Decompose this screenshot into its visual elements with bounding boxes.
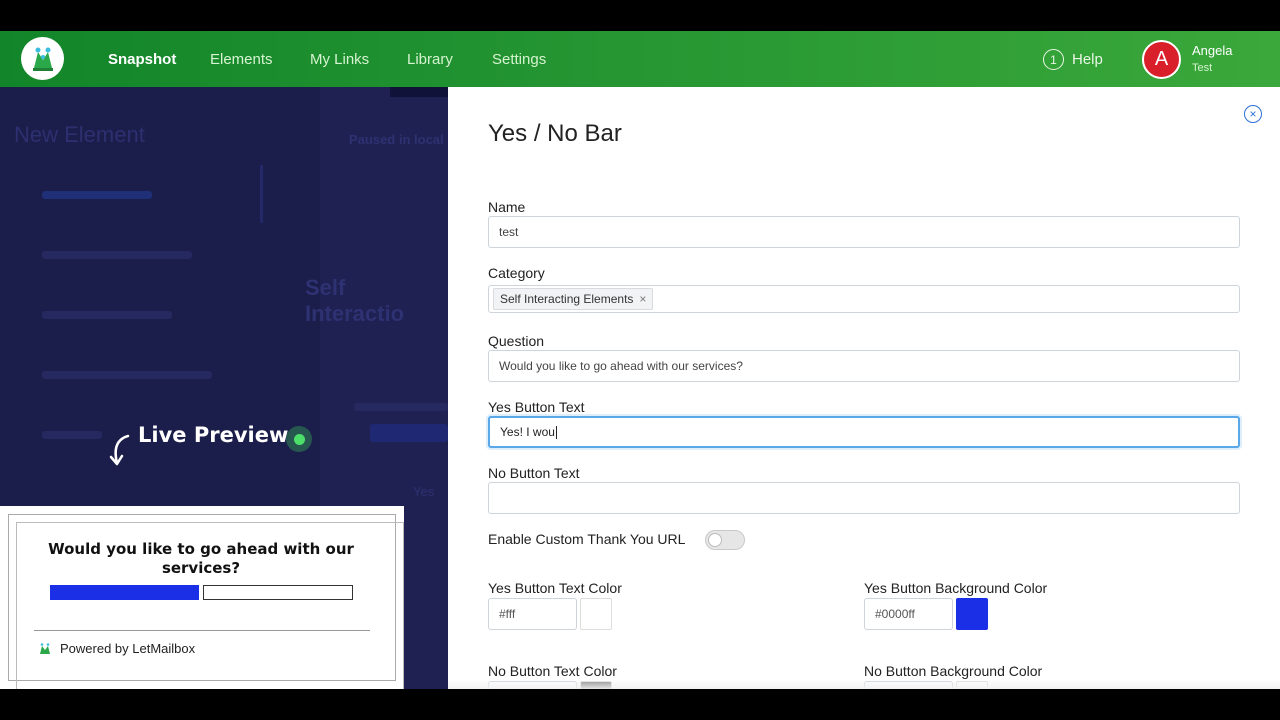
no-text-input[interactable] xyxy=(488,482,1240,514)
background-title: New Element xyxy=(14,122,145,147)
yes-bg-color-label: Yes Button Background Color xyxy=(864,580,1048,596)
question-label: Question xyxy=(488,333,545,349)
dimmed-background: New Element Paused in local Self Interac… xyxy=(0,87,448,689)
close-icon[interactable]: × xyxy=(1244,105,1262,123)
background-yes-text: Yes xyxy=(413,484,435,499)
live-preview-text: Live Preview xyxy=(138,423,289,447)
yes-bg-color-value: #0000ff xyxy=(875,607,915,621)
nav-elements[interactable]: Elements xyxy=(210,51,273,68)
background-line xyxy=(42,311,172,319)
nav-my-links[interactable]: My Links xyxy=(310,51,369,68)
info-icon: 1 xyxy=(1043,49,1064,70)
category-tag-label: Self Interacting Elements xyxy=(500,292,634,306)
live-preview-card: Would you like to go ahead with our serv… xyxy=(0,506,404,689)
bottom-fade xyxy=(448,679,1280,689)
background-bar xyxy=(390,87,448,97)
yes-text-color-input[interactable]: #fff xyxy=(488,598,577,630)
help-link[interactable]: 1 Help xyxy=(1043,49,1103,70)
nav-snapshot[interactable]: Snapshot xyxy=(108,51,176,68)
avatar[interactable]: A xyxy=(1142,40,1181,79)
background-divider xyxy=(260,165,263,223)
no-text-label: No Button Text xyxy=(488,465,580,481)
category-select[interactable]: Self Interacting Elements × xyxy=(488,285,1240,313)
nav-settings[interactable]: Settings xyxy=(492,51,546,68)
preview-no-button[interactable] xyxy=(203,585,353,600)
background-button xyxy=(370,424,448,442)
background-line xyxy=(354,403,448,411)
yes-bg-color-swatch[interactable] xyxy=(956,598,988,630)
powered-by[interactable]: Powered by LetMailbox xyxy=(38,641,195,656)
name-input[interactable]: test xyxy=(488,216,1240,248)
name-value: test xyxy=(499,225,519,239)
yes-text-color-swatch[interactable] xyxy=(580,598,612,630)
user-subtitle: Test xyxy=(1192,62,1213,74)
letmailbox-logo-icon xyxy=(40,642,50,654)
thank-you-url-toggle[interactable] xyxy=(705,530,745,550)
help-label: Help xyxy=(1072,51,1103,68)
preview-divider xyxy=(34,630,370,631)
background-line xyxy=(42,371,212,379)
text-caret xyxy=(555,425,557,439)
background-line xyxy=(42,431,102,439)
curved-arrow-icon xyxy=(109,434,130,466)
background-section-title: Self Interactio xyxy=(305,275,405,326)
element-form-panel: × Yes / No Bar Name test Category Self I… xyxy=(448,87,1280,689)
no-bg-color-label: No Button Background Color xyxy=(864,663,1043,679)
yes-bg-color-input[interactable]: #0000ff xyxy=(864,598,953,630)
yes-text-color-value: #fff xyxy=(499,607,516,621)
thank-you-url-label: Enable Custom Thank You URL xyxy=(488,531,686,547)
preview-question: Would you like to go ahead with our serv… xyxy=(48,540,354,577)
app-screen: Snapshot Elements My Links Library Setti… xyxy=(0,31,1280,689)
no-text-color-label: No Button Text Color xyxy=(488,663,617,679)
yes-text-color-label: Yes Button Text Color xyxy=(488,580,622,596)
name-label: Name xyxy=(488,199,526,215)
preview-yes-button[interactable] xyxy=(50,585,199,600)
remove-tag-icon[interactable]: × xyxy=(639,292,646,306)
category-tag: Self Interacting Elements × xyxy=(493,288,654,310)
background-paused-text: Paused in local xyxy=(349,132,444,147)
question-input[interactable]: Would you like to go ahead with our serv… xyxy=(488,350,1240,382)
live-status-dot xyxy=(286,426,312,452)
app-logo[interactable] xyxy=(21,37,64,80)
user-name[interactable]: Angela xyxy=(1192,43,1232,58)
category-label: Category xyxy=(488,265,545,281)
yes-text-label: Yes Button Text xyxy=(488,399,585,415)
powered-by-text: Powered by LetMailbox xyxy=(60,641,196,656)
background-line xyxy=(42,191,152,199)
yes-text-input[interactable]: Yes! I wou xyxy=(488,416,1240,448)
yes-text-value: Yes! I wou xyxy=(500,425,555,439)
top-navbar: Snapshot Elements My Links Library Setti… xyxy=(0,31,1280,87)
background-line xyxy=(42,251,192,259)
logo-icon xyxy=(32,47,53,71)
nav-library[interactable]: Library xyxy=(407,51,453,68)
question-value: Would you like to go ahead with our serv… xyxy=(499,359,743,373)
form-title: Yes / No Bar xyxy=(488,120,622,147)
